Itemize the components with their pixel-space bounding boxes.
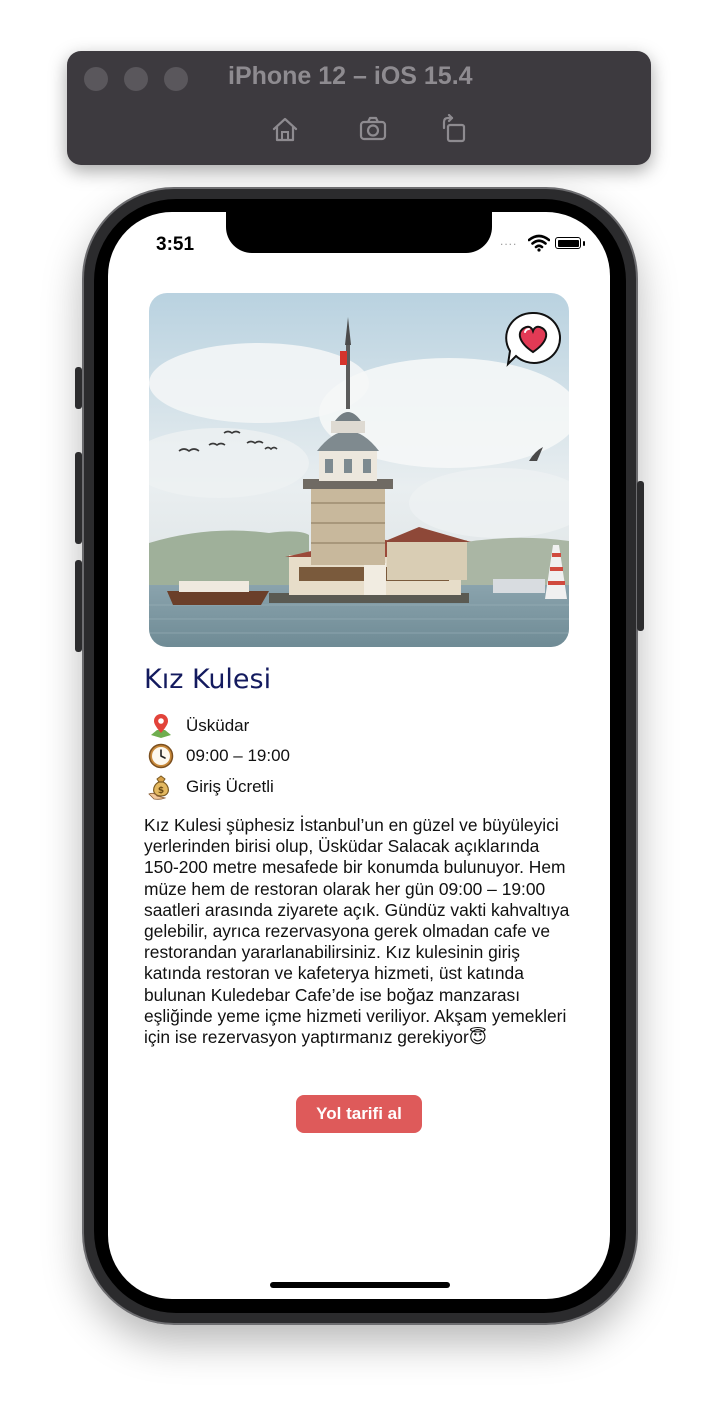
phone-screen: 3:51 .... Kız Kulesi Üsküdar 09:00 – 19:… xyxy=(108,212,610,1299)
place-title: Kız Kulesi xyxy=(144,664,272,695)
hours-row: 09:00 – 19:00 xyxy=(148,742,290,770)
heart-speech-bubble-icon[interactable] xyxy=(504,310,562,368)
status-time: 3:51 xyxy=(156,234,195,255)
window-close-button[interactable] xyxy=(84,67,108,91)
volume-up-button xyxy=(75,452,82,544)
screenshot-icon[interactable] xyxy=(356,112,390,146)
clock-icon xyxy=(148,743,174,769)
fee-text: Giriş Ücretli xyxy=(186,777,274,796)
mute-switch xyxy=(75,367,82,409)
wifi-icon xyxy=(528,234,550,252)
rotate-icon[interactable] xyxy=(436,112,470,146)
location-row: Üsküdar xyxy=(148,712,249,740)
svg-text:$: $ xyxy=(158,786,164,796)
signal-dots: .... xyxy=(500,234,518,248)
notch xyxy=(226,212,492,253)
battery-tip xyxy=(583,241,585,246)
window-zoom-button[interactable] xyxy=(164,67,188,91)
power-button xyxy=(637,481,644,631)
money-bag-icon: $ xyxy=(148,774,174,800)
location-text: Üsküdar xyxy=(186,716,250,735)
map-pin-icon xyxy=(148,713,174,739)
home-indicator[interactable] xyxy=(270,1282,450,1288)
place-description: Kız Kulesi şüphesiz İstanbul’un en güzel… xyxy=(144,815,570,1048)
fee-row: $ Giriş Ücretli xyxy=(148,773,274,801)
home-icon[interactable] xyxy=(268,112,302,146)
volume-down-button xyxy=(75,560,82,652)
hours-text: 09:00 – 19:00 xyxy=(186,746,290,765)
window-minimize-button[interactable] xyxy=(124,67,148,91)
battery-icon xyxy=(555,237,581,249)
directions-button[interactable]: Yol tarifi al xyxy=(296,1095,422,1133)
simulator-title: iPhone 12 – iOS 15.4 xyxy=(228,62,473,90)
